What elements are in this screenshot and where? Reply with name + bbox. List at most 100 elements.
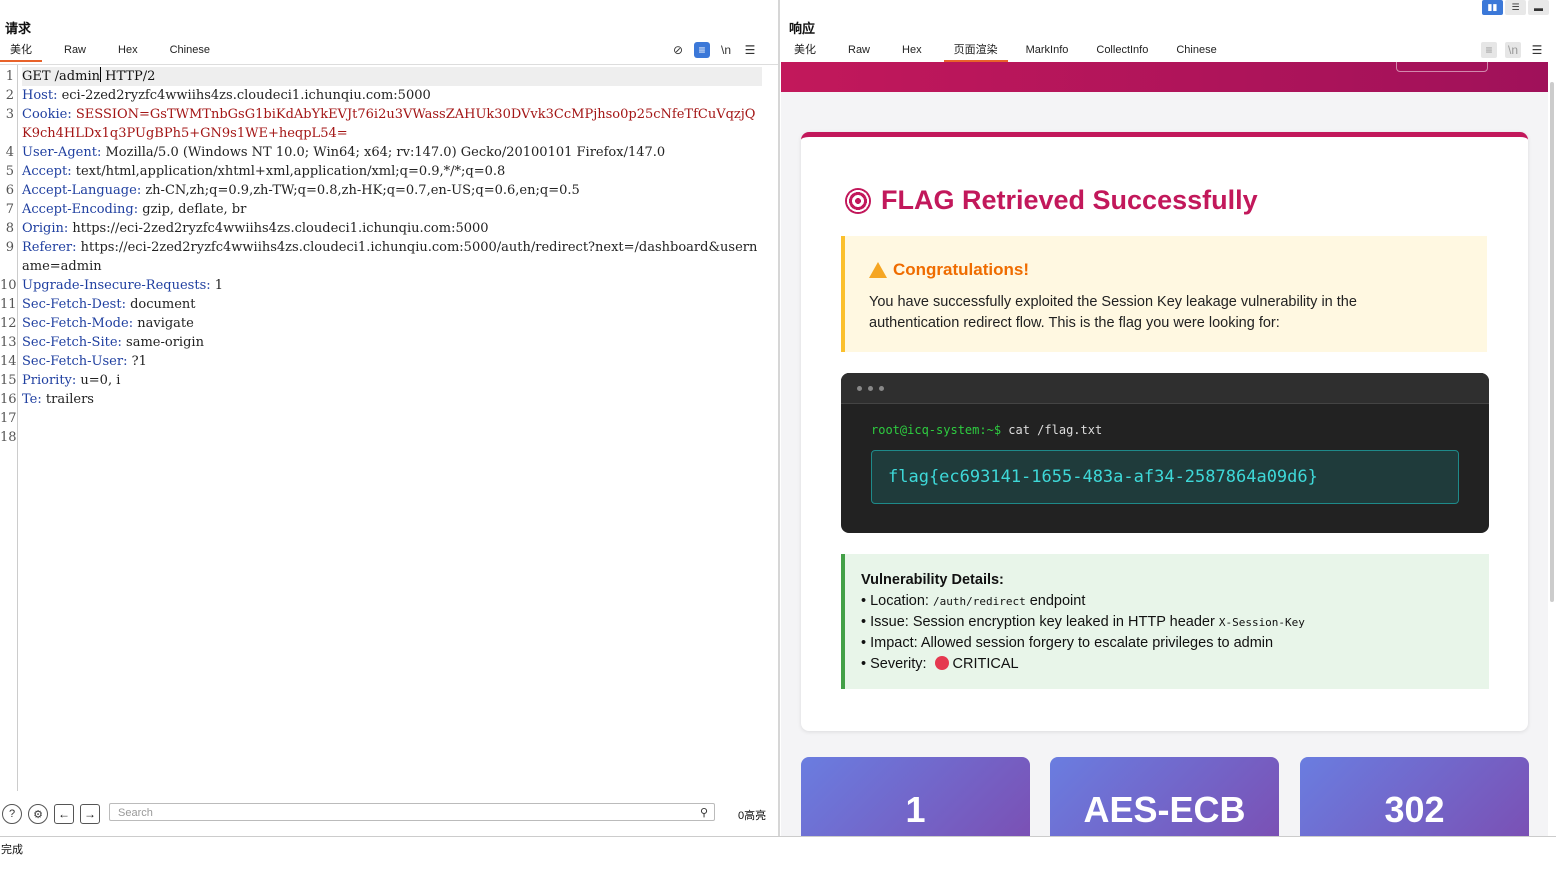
page-header-banner <box>781 62 1548 92</box>
request-tab-hex[interactable]: Hex <box>108 42 148 60</box>
line-content: Priority: u=0, i <box>22 371 762 390</box>
response-scrollbar[interactable] <box>1549 62 1556 836</box>
response-tab-hex[interactable]: Hex <box>892 42 932 60</box>
header-key: Referer <box>22 240 73 255</box>
search-input[interactable]: Search ⚲ <box>109 803 715 821</box>
request-tab-raw[interactable]: Raw <box>54 42 96 60</box>
header-key: Cookie <box>22 107 68 122</box>
header-value: same-origin <box>121 335 204 350</box>
help-icon[interactable]: ? <box>2 804 22 824</box>
prompt-command: cat /flag.txt <box>1001 423 1103 437</box>
newline-icon[interactable]: \n <box>718 42 734 58</box>
header-key: Sec-Fetch-Dest <box>22 297 122 312</box>
pane-divider[interactable] <box>778 0 780 836</box>
terminal-titlebar <box>841 373 1489 404</box>
response-tab-raw[interactable]: Raw <box>838 42 880 60</box>
code-line: 2 Host: eci-2zed2ryzfc4wwiihs4zs.cloudeci… <box>0 86 778 105</box>
response-tab-collectinfo[interactable]: CollectInfo <box>1086 42 1158 60</box>
congrats-title: Congratulations! <box>869 260 1029 280</box>
layout-split-icon[interactable]: ▮▮ <box>1482 0 1503 15</box>
wrap-lines-icon[interactable]: ≡ <box>1481 42 1497 58</box>
terminal-dot-icon <box>868 385 873 391</box>
vuln-location-code: /auth/redirect <box>932 595 1026 608</box>
header-key: Upgrade-Insecure-Requests <box>22 278 207 293</box>
congrats-title-text: Congratulations! <box>893 260 1029 279</box>
response-tab-chinese[interactable]: Chinese <box>1166 42 1226 60</box>
header-value: SESSION=GsTWMTnbGsG1biKdAbYkEVJt76i2u3VW… <box>22 107 756 141</box>
request-editor[interactable]: 1 GET /admin HTTP/2 2 Host: eci-2zed2ryzfc4… <box>0 64 778 791</box>
line-number: 8 <box>5 221 14 236</box>
request-tabs: 美化 Raw Hex Chinese <box>0 42 220 62</box>
search-icon[interactable]: ⚲ <box>700 804 708 822</box>
red-circle-icon <box>934 656 949 670</box>
arrow-right-icon[interactable]: → <box>80 804 100 824</box>
newline-icon[interactable]: \n <box>1505 42 1521 58</box>
line-number: 1 <box>5 69 14 84</box>
menu-icon[interactable]: ☰ <box>742 42 758 58</box>
header-value: https://eci-2zed2ryzfc4wwiihs4zs.cloudec… <box>22 240 758 274</box>
header-key: Sec-Fetch-Site <box>22 335 118 350</box>
request-toolbar: ⊘ ≡ \n ☰ <box>670 42 758 58</box>
prompt-user: root@icq-system:~$ <box>871 423 1002 437</box>
gear-icon[interactable]: ⚙ <box>28 804 48 824</box>
code-line: 9 Referer: https://eci-2zed2ryzfc4wwiihs4… <box>0 238 778 276</box>
arrow-left-icon[interactable]: ← <box>54 804 74 824</box>
vulnerability-details: Vulnerability Details: • Location: /auth… <box>841 554 1489 689</box>
vuln-issue-label: • Issue: Session encryption key leaked i… <box>861 614 1219 630</box>
stat-card-2: AES-ECB <box>1050 757 1279 836</box>
line-content: Accept-Encoding: gzip, deflate, br <box>22 200 762 219</box>
line-content: Sec-Fetch-Mode: navigate <box>22 314 762 333</box>
line-content: User-Agent: Mozilla/5.0 (Windows NT 10.0… <box>22 143 762 162</box>
eye-off-icon[interactable]: ⊘ <box>670 42 686 58</box>
line-content: Cookie: SESSION=GsTWMTnbGsG1biKdAbYkEVJt… <box>22 105 762 143</box>
response-tab-render[interactable]: 页面渲染 <box>943 42 1008 62</box>
request-tab-chinese[interactable]: Chinese <box>160 42 220 60</box>
request-tab-pretty[interactable]: 美化 <box>0 42 42 62</box>
line-number: 5 <box>5 164 14 179</box>
request-line-version: HTTP/2 <box>101 69 156 84</box>
terminal-prompt: root@icq-system:~$ cat /flag.txt <box>871 423 1102 437</box>
line-number: 16 <box>0 392 17 407</box>
line-number: 4 <box>5 145 14 160</box>
request-pane-title: 请求 <box>5 21 32 36</box>
wrap-lines-icon[interactable]: ≡ <box>694 42 710 58</box>
response-tabs: 美化 Raw Hex 页面渲染 MarkInfo CollectInfo Chi… <box>784 42 1227 62</box>
scrollbar-thumb[interactable] <box>1550 82 1554 602</box>
layout-single-icon[interactable]: ▬ <box>1528 0 1549 15</box>
code-line: 14 Sec-Fetch-User: ?1 <box>0 352 778 371</box>
status-bar: 完成 <box>0 836 1556 864</box>
header-value: https://eci-2zed2ryzfc4wwiihs4zs.cloudec… <box>68 221 489 236</box>
line-content: Host: eci-2zed2ryzfc4wwiihs4zs.cloudeci1… <box>22 86 762 105</box>
status-text: 完成 <box>1 844 23 856</box>
response-toolbar: ≡ \n ☰ <box>1481 42 1545 58</box>
line-content: Accept: text/html,application/xhtml+xml,… <box>22 162 762 181</box>
flag-card: FLAG Retrieved Successfully Congratulati… <box>801 132 1528 731</box>
flag-heading-text: FLAG Retrieved Successfully <box>881 185 1258 215</box>
header-key: User-Agent <box>22 145 97 160</box>
menu-icon[interactable]: ☰ <box>1529 42 1545 58</box>
request-code[interactable]: 1 GET /admin HTTP/2 2 Host: eci-2zed2ryzfc4… <box>0 67 778 447</box>
congrats-text: You have successfully exploited the Sess… <box>869 294 1357 331</box>
layout-horizontal-icon[interactable]: ☰ <box>1505 0 1526 15</box>
line-content: Te: trailers <box>22 390 762 409</box>
response-tab-markinfo[interactable]: MarkInfo <box>1016 42 1079 60</box>
code-line: 15 Priority: u=0, i <box>0 371 778 390</box>
header-key: Te <box>22 392 38 407</box>
header-value: trailers <box>41 392 94 407</box>
line-content: Sec-Fetch-User: ?1 <box>22 352 762 371</box>
request-line-method: GET /admin <box>22 69 100 84</box>
vuln-location-label: • Location: <box>861 593 933 609</box>
code-line: 8 Origin: https://eci-2zed2ryzfc4wwiihs4z… <box>0 219 778 238</box>
response-tab-pretty[interactable]: 美化 <box>784 42 826 60</box>
target-icon <box>845 187 871 214</box>
code-line: 16 Te: trailers <box>0 390 778 409</box>
header-button[interactable] <box>1396 62 1488 72</box>
header-value: document <box>125 297 196 312</box>
highlight-count: 0高亮 <box>738 810 767 822</box>
code-line: 11 Sec-Fetch-Dest: document <box>0 295 778 314</box>
header-key: Sec-Fetch-Mode <box>22 316 129 331</box>
vuln-issue-code: X-Session-Key <box>1218 616 1305 629</box>
line-number: 3 <box>5 107 14 122</box>
header-value: u=0, i <box>76 373 121 388</box>
terminal-box: root@icq-system:~$ cat /flag.txt flag{ec… <box>841 373 1489 533</box>
